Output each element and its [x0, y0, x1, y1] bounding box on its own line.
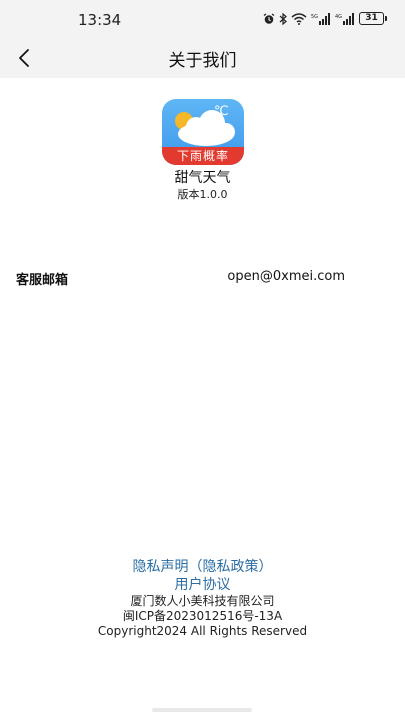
- battery-icon: 31: [359, 12, 387, 25]
- company-name: 厦门数人小美科技有限公司: [130, 594, 275, 608]
- signal-label-4g: 4G: [335, 14, 342, 20]
- signal-4g-icon: 4G: [335, 12, 355, 25]
- icp-number: 闽ICP备2023012516号-13A: [122, 609, 283, 623]
- page-title: 关于我们: [168, 51, 237, 71]
- email-value[interactable]: open@0xmei.com: [227, 269, 345, 287]
- signal-label-5g: 5G: [311, 14, 318, 20]
- app-version: 版本1.0.0: [177, 188, 228, 201]
- status-time: 13:34: [78, 11, 122, 29]
- signal-5g-icon: 5G: [311, 12, 331, 25]
- home-indicator[interactable]: [152, 708, 252, 712]
- email-label: 客服邮箱: [16, 273, 69, 288]
- footer: 隐私声明（隐私政策） 用户协议 厦门数人小美科技有限公司 闽ICP备202301…: [0, 558, 405, 639]
- status-bar: 13:34 5G 4G 31: [0, 0, 405, 38]
- customer-service-email-row[interactable]: 客服邮箱 open@0xmei.com: [16, 269, 345, 288]
- battery-level: 31: [359, 12, 384, 25]
- app-name: 甜气天气: [174, 170, 231, 186]
- wifi-icon: [291, 12, 307, 25]
- bluetooth-icon: [279, 12, 287, 25]
- svg-text:℃: ℃: [214, 104, 229, 119]
- user-agreement-link[interactable]: 用户协议: [0, 576, 405, 594]
- copyright: Copyright2024 All Rights Reserved: [97, 624, 308, 638]
- app-logo: ℃ 下雨概率: [162, 99, 244, 165]
- privacy-policy-link[interactable]: 隐私声明（隐私政策）: [0, 558, 405, 576]
- app-icon-banner: 下雨概率: [162, 147, 244, 165]
- alarm-icon: [263, 12, 275, 25]
- nav-bar: 关于我们: [0, 38, 405, 78]
- status-icons: 5G 4G 31: [263, 12, 387, 25]
